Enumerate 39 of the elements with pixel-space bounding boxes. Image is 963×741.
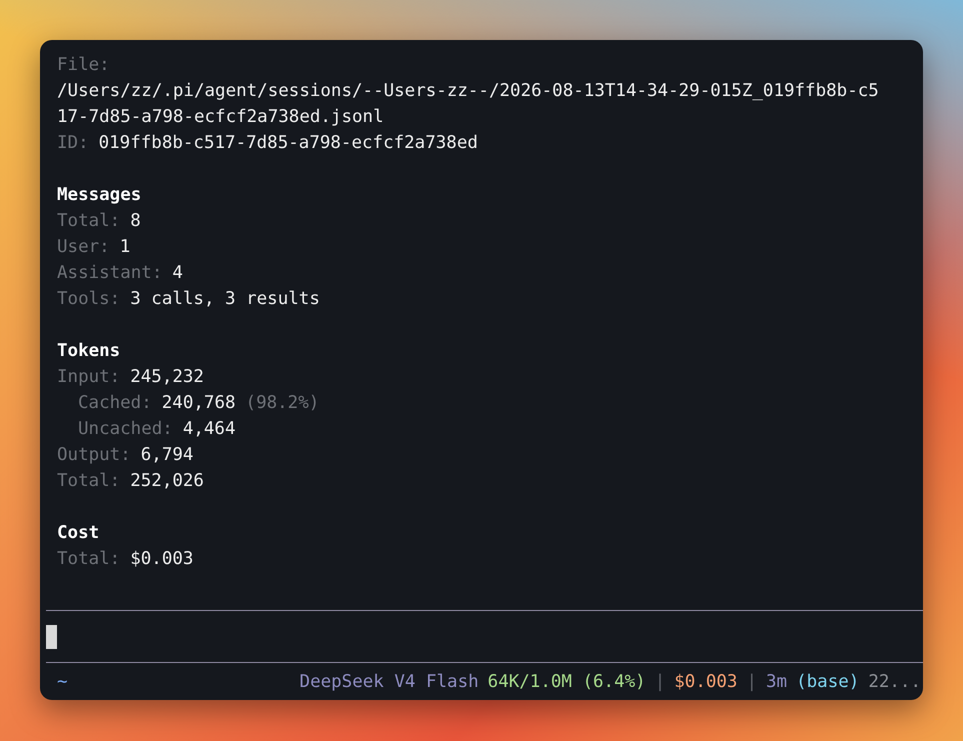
stat-label: User: bbox=[57, 236, 110, 259]
status-text: 22... bbox=[868, 670, 921, 694]
stat-label: Output: bbox=[57, 444, 131, 467]
stat-label: Cached: bbox=[78, 392, 152, 415]
stat-value: 6,794 bbox=[140, 444, 194, 467]
stat-note: (98.2%) bbox=[246, 392, 320, 415]
stat-value: 245,232 bbox=[130, 366, 204, 389]
status-text: | bbox=[746, 670, 758, 694]
id-label: ID: bbox=[57, 132, 89, 155]
stat-value: 252,026 bbox=[130, 470, 204, 493]
status-text: 64K/1.0M (6.4%) bbox=[488, 670, 646, 694]
stat-label: Total: bbox=[57, 548, 120, 571]
file-path: 17-7d85-a798-ecfcf2a738ed.jsonl bbox=[57, 106, 384, 129]
stat-value: 4 bbox=[172, 262, 183, 285]
stat-label: Input: bbox=[57, 366, 120, 389]
status-text: | bbox=[654, 670, 666, 694]
status-text: DeepSeek V4 Flash bbox=[300, 670, 479, 694]
status-text: (base) bbox=[796, 670, 860, 694]
section-heading: Tokens bbox=[57, 341, 120, 361]
status-text: $0.003 bbox=[674, 670, 738, 694]
stat-label: Tools: bbox=[57, 288, 120, 311]
section-heading: Cost bbox=[57, 523, 100, 543]
file-label: File: bbox=[57, 54, 110, 77]
text-cursor[interactable] bbox=[46, 624, 57, 648]
working-directory: ~ bbox=[57, 670, 68, 694]
stat-label: Assistant: bbox=[57, 262, 162, 285]
stat-value: 240,768 bbox=[162, 392, 236, 415]
file-path: /Users/zz/.pi/agent/sessions/--Users-zz--/2026-08-13T14-34-29-015Z_019ffb8b-c5 bbox=[57, 80, 879, 103]
stat-value: 3 calls, 3 results bbox=[130, 288, 320, 311]
stat-value: 4,464 bbox=[182, 418, 236, 441]
stat-label: Total: bbox=[57, 210, 120, 233]
stat-value: 1 bbox=[120, 236, 130, 259]
stat-value: $0.003 bbox=[130, 548, 194, 571]
stat-value: 8 bbox=[130, 210, 141, 233]
status-text: 3m bbox=[766, 670, 788, 694]
section-heading: Messages bbox=[57, 185, 142, 205]
stat-label: Total: bbox=[57, 470, 120, 493]
id-value: 019ffb8b-c517-7d85-a798-ecfcf2a738ed bbox=[98, 132, 478, 155]
stat-label: Uncached: bbox=[78, 418, 173, 441]
